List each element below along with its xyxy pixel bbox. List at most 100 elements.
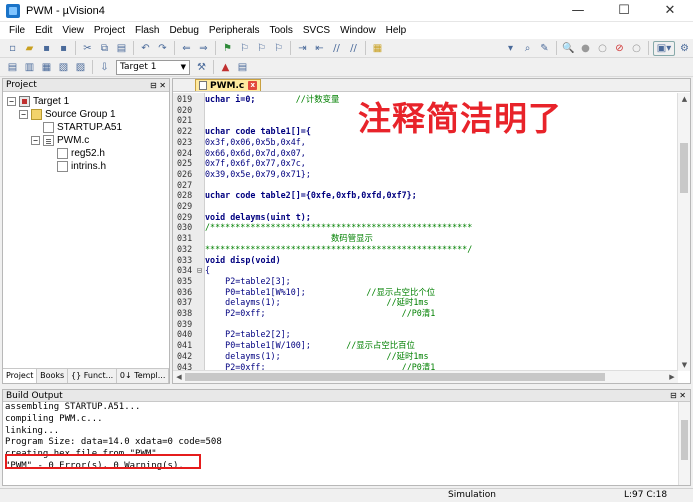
pin-icon[interactable]: ⊟ ✕ bbox=[150, 81, 166, 90]
tree-node-intrins[interactable]: intrins.h bbox=[5, 160, 167, 173]
manage-components-icon[interactable]: ▲ bbox=[218, 60, 233, 75]
code-line: 025 0x7f,0x6f,0x77,0x7c, bbox=[173, 158, 678, 169]
scrollbar-thumb[interactable] bbox=[681, 420, 688, 460]
collapse-icon[interactable]: − bbox=[31, 136, 40, 145]
prev-bookmark-icon[interactable]: ⚐ bbox=[237, 41, 252, 56]
translate-icon[interactable]: ▤ bbox=[5, 60, 20, 75]
menu-bar: File Edit View Project Flash Debug Perip… bbox=[0, 22, 693, 39]
debug-session-icon[interactable]: 🔍 bbox=[561, 41, 576, 56]
window-layout-icon[interactable]: ▣▾ bbox=[653, 40, 675, 56]
line-number: 024 bbox=[177, 147, 193, 158]
open-folder-icon[interactable]: ▰ bbox=[22, 41, 37, 56]
tree-node-label: intrins.h bbox=[71, 161, 107, 172]
project-panel: Project ⊟ ✕ − Target 1 − Source Group 1 … bbox=[2, 78, 170, 384]
menu-project[interactable]: Project bbox=[89, 22, 130, 39]
find-combo-icon[interactable]: ▾ bbox=[503, 41, 518, 56]
scroll-down-icon[interactable]: ▼ bbox=[678, 359, 691, 371]
tab-functions[interactable]: {} Funct... bbox=[68, 369, 117, 383]
menu-view[interactable]: View bbox=[57, 22, 89, 39]
navigate-back-icon[interactable]: ⇐ bbox=[179, 41, 194, 56]
stop-build-icon[interactable]: ▨ bbox=[73, 60, 88, 75]
editor-horizontal-scrollbar[interactable]: ◀ ▶ bbox=[173, 370, 678, 383]
rebuild-icon[interactable]: ▦ bbox=[39, 60, 54, 75]
uvision-app-icon bbox=[6, 3, 20, 18]
editor-vertical-scrollbar[interactable]: ▲ ▼ bbox=[677, 93, 690, 371]
uncomment-icon[interactable]: // bbox=[346, 41, 361, 56]
code-comment: /***************************************… bbox=[205, 222, 473, 233]
menu-tools[interactable]: Tools bbox=[265, 22, 298, 39]
file-icon bbox=[199, 81, 207, 90]
scrollbar-thumb[interactable] bbox=[680, 143, 688, 193]
indent-icon[interactable]: ⇥ bbox=[295, 41, 310, 56]
find-in-files-icon[interactable]: ▦ bbox=[370, 41, 385, 56]
collapse-icon[interactable]: − bbox=[19, 110, 28, 119]
code-line: 035 P2=table2[3]; bbox=[173, 276, 678, 287]
folder-icon bbox=[31, 109, 42, 120]
configure-icon[interactable]: ⚙ bbox=[677, 41, 692, 56]
breakpoint-disable-icon[interactable]: ○ bbox=[595, 41, 610, 56]
navigate-forward-icon[interactable]: ⇒ bbox=[196, 41, 211, 56]
undo-icon[interactable]: ↶ bbox=[138, 41, 153, 56]
code-comment: //延时1ms bbox=[386, 297, 429, 308]
target-options-icon[interactable]: ⚒ bbox=[194, 60, 209, 75]
close-button[interactable]: ✕ bbox=[647, 0, 693, 22]
tab-project[interactable]: Project bbox=[3, 369, 38, 383]
scrollbar-thumb[interactable] bbox=[185, 373, 605, 381]
tree-node-startup[interactable]: STARTUP.A51 bbox=[5, 121, 167, 134]
menu-file[interactable]: File bbox=[4, 22, 30, 39]
pin-icon[interactable]: ⊟ ✕ bbox=[670, 391, 686, 400]
target-select[interactable]: Target 1 ▼ bbox=[116, 59, 190, 75]
tree-node-pwm-c[interactable]: − PWM.c bbox=[5, 134, 167, 147]
next-bookmark-icon[interactable]: ⚐ bbox=[254, 41, 269, 56]
tree-node-reg52[interactable]: reg52.h bbox=[5, 147, 167, 160]
menu-edit[interactable]: Edit bbox=[30, 22, 57, 39]
save-icon[interactable]: ▪ bbox=[39, 41, 54, 56]
incremental-find-icon[interactable]: ✎ bbox=[537, 41, 552, 56]
scroll-up-icon[interactable]: ▲ bbox=[678, 93, 691, 105]
menu-svcs[interactable]: SVCS bbox=[298, 22, 335, 39]
tree-node-target[interactable]: − Target 1 bbox=[5, 95, 167, 108]
menu-peripherals[interactable]: Peripherals bbox=[204, 22, 265, 39]
redo-icon[interactable]: ↷ bbox=[155, 41, 170, 56]
menu-window[interactable]: Window bbox=[335, 22, 381, 39]
comment-icon[interactable]: // bbox=[329, 41, 344, 56]
file-extensions-icon[interactable]: ▤ bbox=[235, 60, 250, 75]
save-all-icon[interactable]: ▪ bbox=[56, 41, 71, 56]
batch-build-icon[interactable]: ▧ bbox=[56, 60, 71, 75]
fold-marker-icon[interactable]: ⊟ bbox=[197, 265, 205, 276]
breakpoint-kill-icon[interactable]: ⊘ bbox=[612, 41, 627, 56]
bookmark-icon[interactable]: ⚑ bbox=[220, 41, 235, 56]
download-icon[interactable]: ⇩ bbox=[97, 60, 112, 75]
minimize-button[interactable]: — bbox=[555, 0, 601, 22]
tree-node-source-group[interactable]: − Source Group 1 bbox=[5, 108, 167, 121]
code-text: delayms(1); bbox=[205, 350, 387, 361]
scroll-left-icon[interactable]: ◀ bbox=[173, 371, 185, 383]
new-file-icon[interactable]: ▫ bbox=[5, 41, 20, 56]
build-line: compiling PWM.c... bbox=[5, 413, 103, 424]
breakpoint-icon[interactable]: ● bbox=[578, 41, 593, 56]
editor-tab-pwm-c[interactable]: PWM.c x bbox=[195, 79, 262, 91]
cut-icon[interactable]: ✂ bbox=[80, 41, 95, 56]
close-tab-icon[interactable]: x bbox=[248, 81, 258, 90]
scroll-right-icon[interactable]: ▶ bbox=[666, 371, 678, 383]
copy-icon[interactable]: ⧉ bbox=[97, 41, 112, 56]
unindent-icon[interactable]: ⇤ bbox=[312, 41, 327, 56]
menu-flash[interactable]: Flash bbox=[130, 22, 164, 39]
paste-icon[interactable]: ▤ bbox=[114, 41, 129, 56]
line-number: 030 bbox=[177, 222, 193, 233]
line-number: 037 bbox=[177, 297, 193, 308]
menu-help[interactable]: Help bbox=[381, 22, 412, 39]
collapse-icon[interactable]: − bbox=[7, 97, 16, 106]
build-output-scrollbar[interactable] bbox=[678, 402, 690, 485]
code-text: P2=table2[3]; bbox=[205, 275, 291, 286]
tab-templates[interactable]: 0↓ Templ... bbox=[117, 369, 169, 383]
breakpoint-clear-icon[interactable]: ○ bbox=[629, 41, 644, 56]
find-icon[interactable]: ⌕ bbox=[520, 41, 535, 56]
build-icon[interactable]: ▥ bbox=[22, 60, 37, 75]
menu-debug[interactable]: Debug bbox=[164, 22, 203, 39]
code-comment: 数码管显示 bbox=[205, 233, 373, 244]
code-line: 026 0x39,0x5e,0x79,0x71}; bbox=[173, 169, 678, 180]
tab-books[interactable]: Books bbox=[37, 369, 69, 383]
clear-bookmarks-icon[interactable]: ⚐ bbox=[271, 41, 286, 56]
maximize-button[interactable]: ☐ bbox=[601, 0, 647, 22]
